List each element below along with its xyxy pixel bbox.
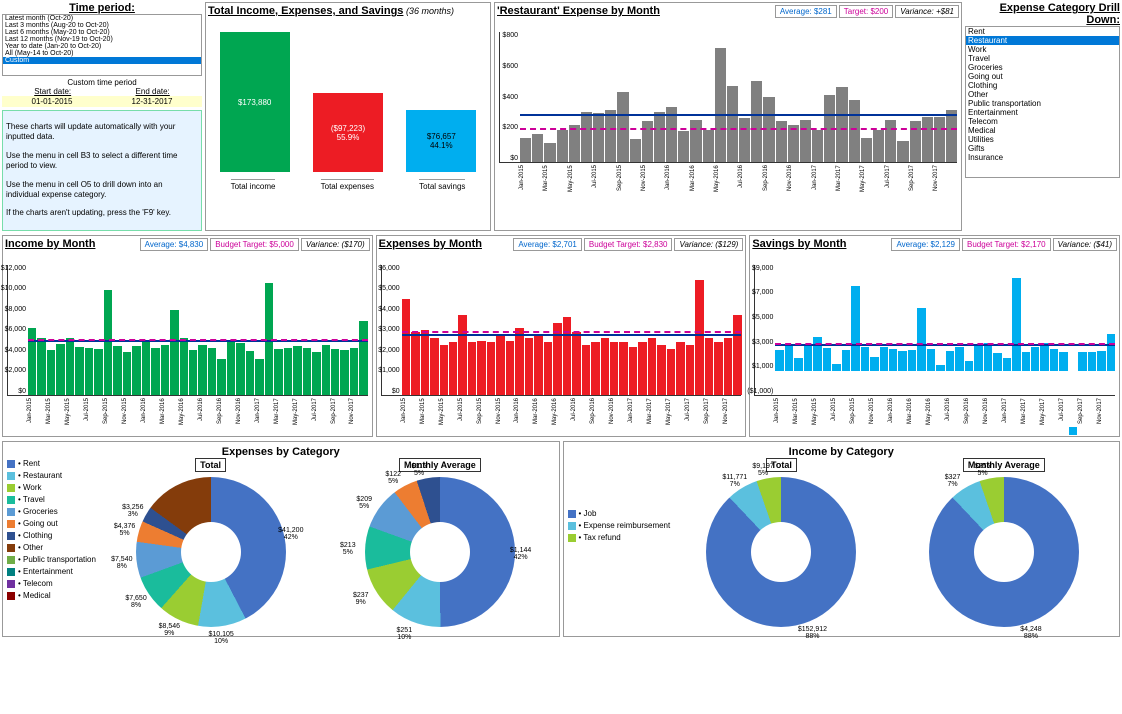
- totals-panel: Total Income, Expenses, and Savings (36 …: [205, 2, 491, 231]
- inc-donut-total: $152,91288%$11,7717%$9,1975%: [706, 477, 856, 627]
- income-m-title: Income by Month: [5, 238, 95, 250]
- info-line: Use the menu in cell O5 to drill down in…: [6, 180, 198, 201]
- exp-donut-avg: $1,14442%$25110%$2379%$2135%$2095%$1225%…: [365, 477, 515, 627]
- inc-var: Variance: ($170): [301, 238, 370, 251]
- savings-bar: $76,65744.1%: [406, 110, 476, 172]
- info-line: Use the menu in cell B3 to select a diff…: [6, 151, 198, 172]
- sav-tgt: Budget Target: $2,170: [962, 238, 1051, 251]
- income-month-panel: Income by Month Average: $4,830 Budget T…: [2, 235, 373, 437]
- time-period-select[interactable]: Latest month (Oct-20)Last 3 months (Aug-…: [2, 14, 202, 76]
- exp-cat-title: Expenses by Category: [7, 446, 555, 458]
- inc-cat-title: Income by Category: [568, 446, 1116, 458]
- exp-m-title: Expenses by Month: [379, 238, 482, 250]
- restaurant-chart: $800$600$400$200$0: [499, 32, 957, 163]
- start-date-input[interactable]: [2, 96, 102, 107]
- inc-tgt: Budget Target: $5,000: [210, 238, 299, 251]
- totals-months: (36 months): [406, 6, 454, 16]
- expenses-bar: ($97,223)55.9%: [313, 93, 383, 172]
- savings-month-panel: Savings by Month Average: $2,129 Budget …: [749, 235, 1120, 437]
- income-label: Total income: [231, 179, 276, 191]
- income-chart: $12,000$10,000$8,000$6,000$4,000$2,000$0: [7, 265, 368, 396]
- sav-m-title: Savings by Month: [752, 238, 846, 250]
- info-line: If the charts aren't updating, press the…: [6, 208, 198, 218]
- time-period-title: Time period:: [2, 2, 202, 14]
- expenses-label: Total expenses: [321, 179, 374, 191]
- sav-avg: Average: $2,129: [891, 238, 960, 251]
- savings-chart: $9,000$7,000$5,000$3,000$1,000($1,000): [754, 265, 1115, 396]
- savings-label: Total savings: [419, 179, 465, 191]
- income-bar: $173,880: [220, 32, 290, 172]
- end-date-input[interactable]: [102, 96, 202, 107]
- inc-legend: • Job• Expense reimbursement• Tax refund: [568, 508, 671, 544]
- info-box: These charts will update automatically w…: [2, 110, 202, 231]
- info-line: These charts will update automatically w…: [6, 122, 198, 143]
- expenses-chart: $6,000$5,000$4,000$3,000$2,000$1,000$0: [381, 265, 742, 396]
- rest-target: Target: $200: [839, 5, 893, 18]
- end-date-label: End date:: [136, 87, 170, 96]
- exp-tgt: Budget Target: $2,830: [584, 238, 673, 251]
- exp-category-panel: Expenses by Category • Rent• Restaurant•…: [2, 441, 560, 637]
- totals-title: Total Income, Expenses, and Savings: [208, 5, 403, 17]
- exp-legend: • Rent• Restaurant• Work• Travel• Grocer…: [7, 458, 96, 602]
- restaurant-panel: 'Restaurant' Expense by Month Average: $…: [494, 2, 962, 231]
- exp-donut-total: $41,20042%$10,10510%$8,5469%$7,6508%$7,5…: [136, 477, 286, 627]
- start-date-label: Start date:: [34, 87, 71, 96]
- inc-category-panel: Income by Category • Job• Expense reimbu…: [563, 441, 1121, 637]
- rest-avg: Average: $281: [775, 5, 837, 18]
- expenses-month-panel: Expenses by Month Average: $2,701 Budget…: [376, 235, 747, 437]
- restaurant-title: 'Restaurant' Expense by Month: [497, 5, 660, 17]
- inc-donut-avg: $4,24888%$3277%$2555%: [929, 477, 1079, 627]
- drill-select[interactable]: RentRestaurantWorkTravelGroceriesGoing o…: [965, 26, 1120, 178]
- sav-var: Variance: ($41): [1053, 238, 1117, 251]
- custom-period-label: Custom time period: [2, 78, 202, 87]
- rest-var: Variance: +$81: [895, 5, 959, 18]
- inc-avg: Average: $4,830: [140, 238, 209, 251]
- exp-var: Variance: ($129): [674, 238, 743, 251]
- drill-title: Expense Category Drill Down:: [965, 2, 1120, 26]
- exp-avg: Average: $2,701: [513, 238, 582, 251]
- exp-total-label: Total: [195, 458, 226, 472]
